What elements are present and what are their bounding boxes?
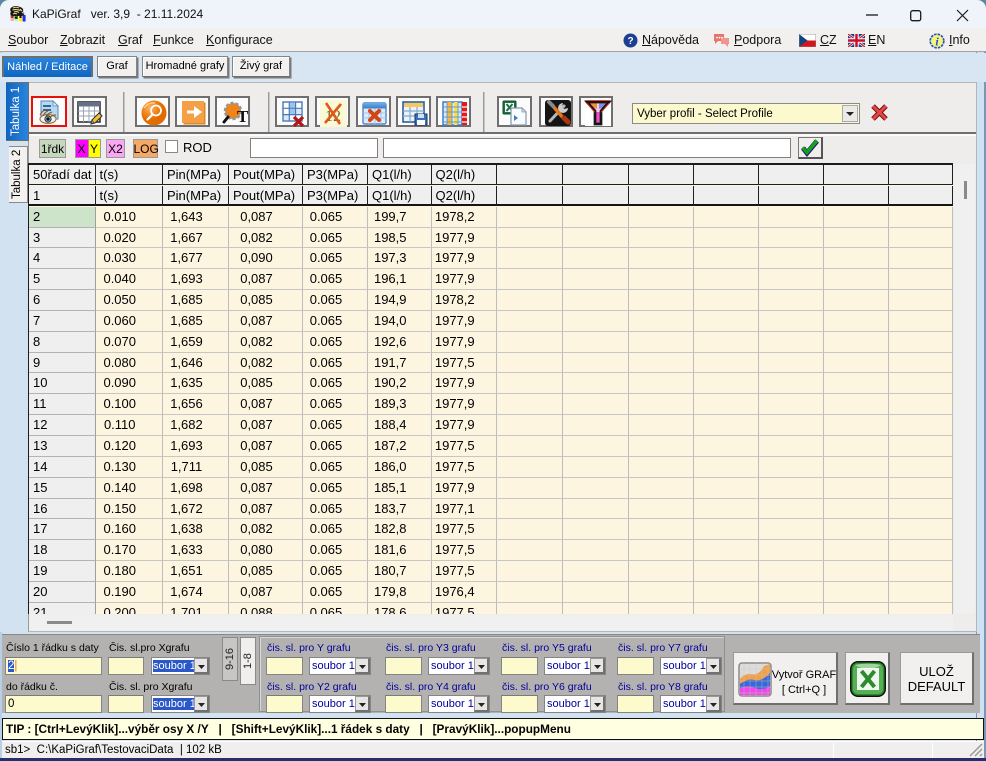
svg-text:?: ? <box>627 36 633 47</box>
svg-text:T: T <box>237 107 248 126</box>
